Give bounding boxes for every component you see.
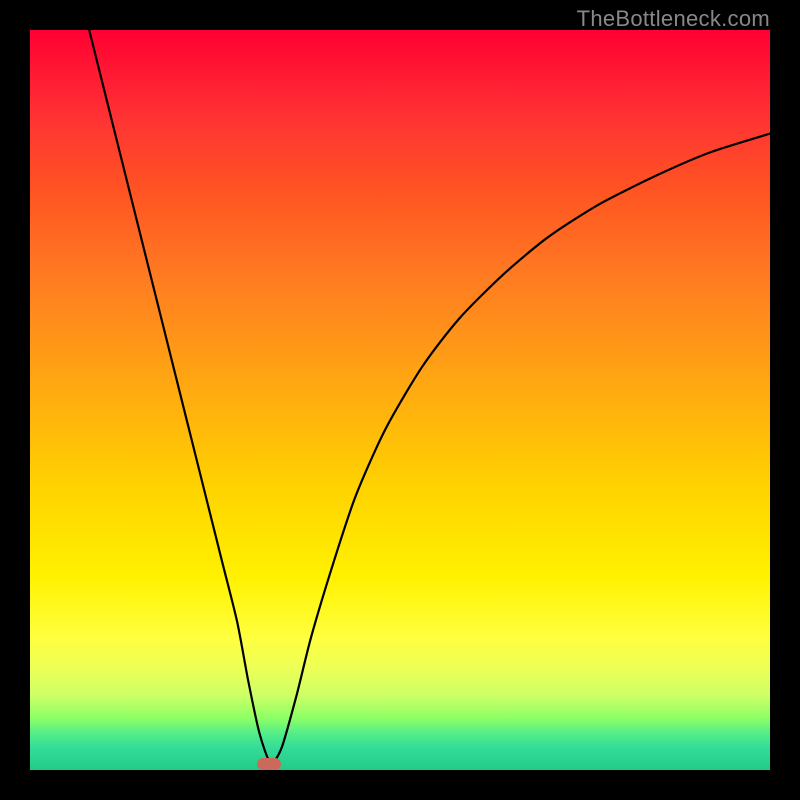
bottleneck-curve <box>30 30 770 770</box>
watermark-text: TheBottleneck.com <box>577 6 770 32</box>
optimum-marker <box>257 758 281 770</box>
plot-area <box>30 30 770 770</box>
chart-frame: TheBottleneck.com <box>0 0 800 800</box>
